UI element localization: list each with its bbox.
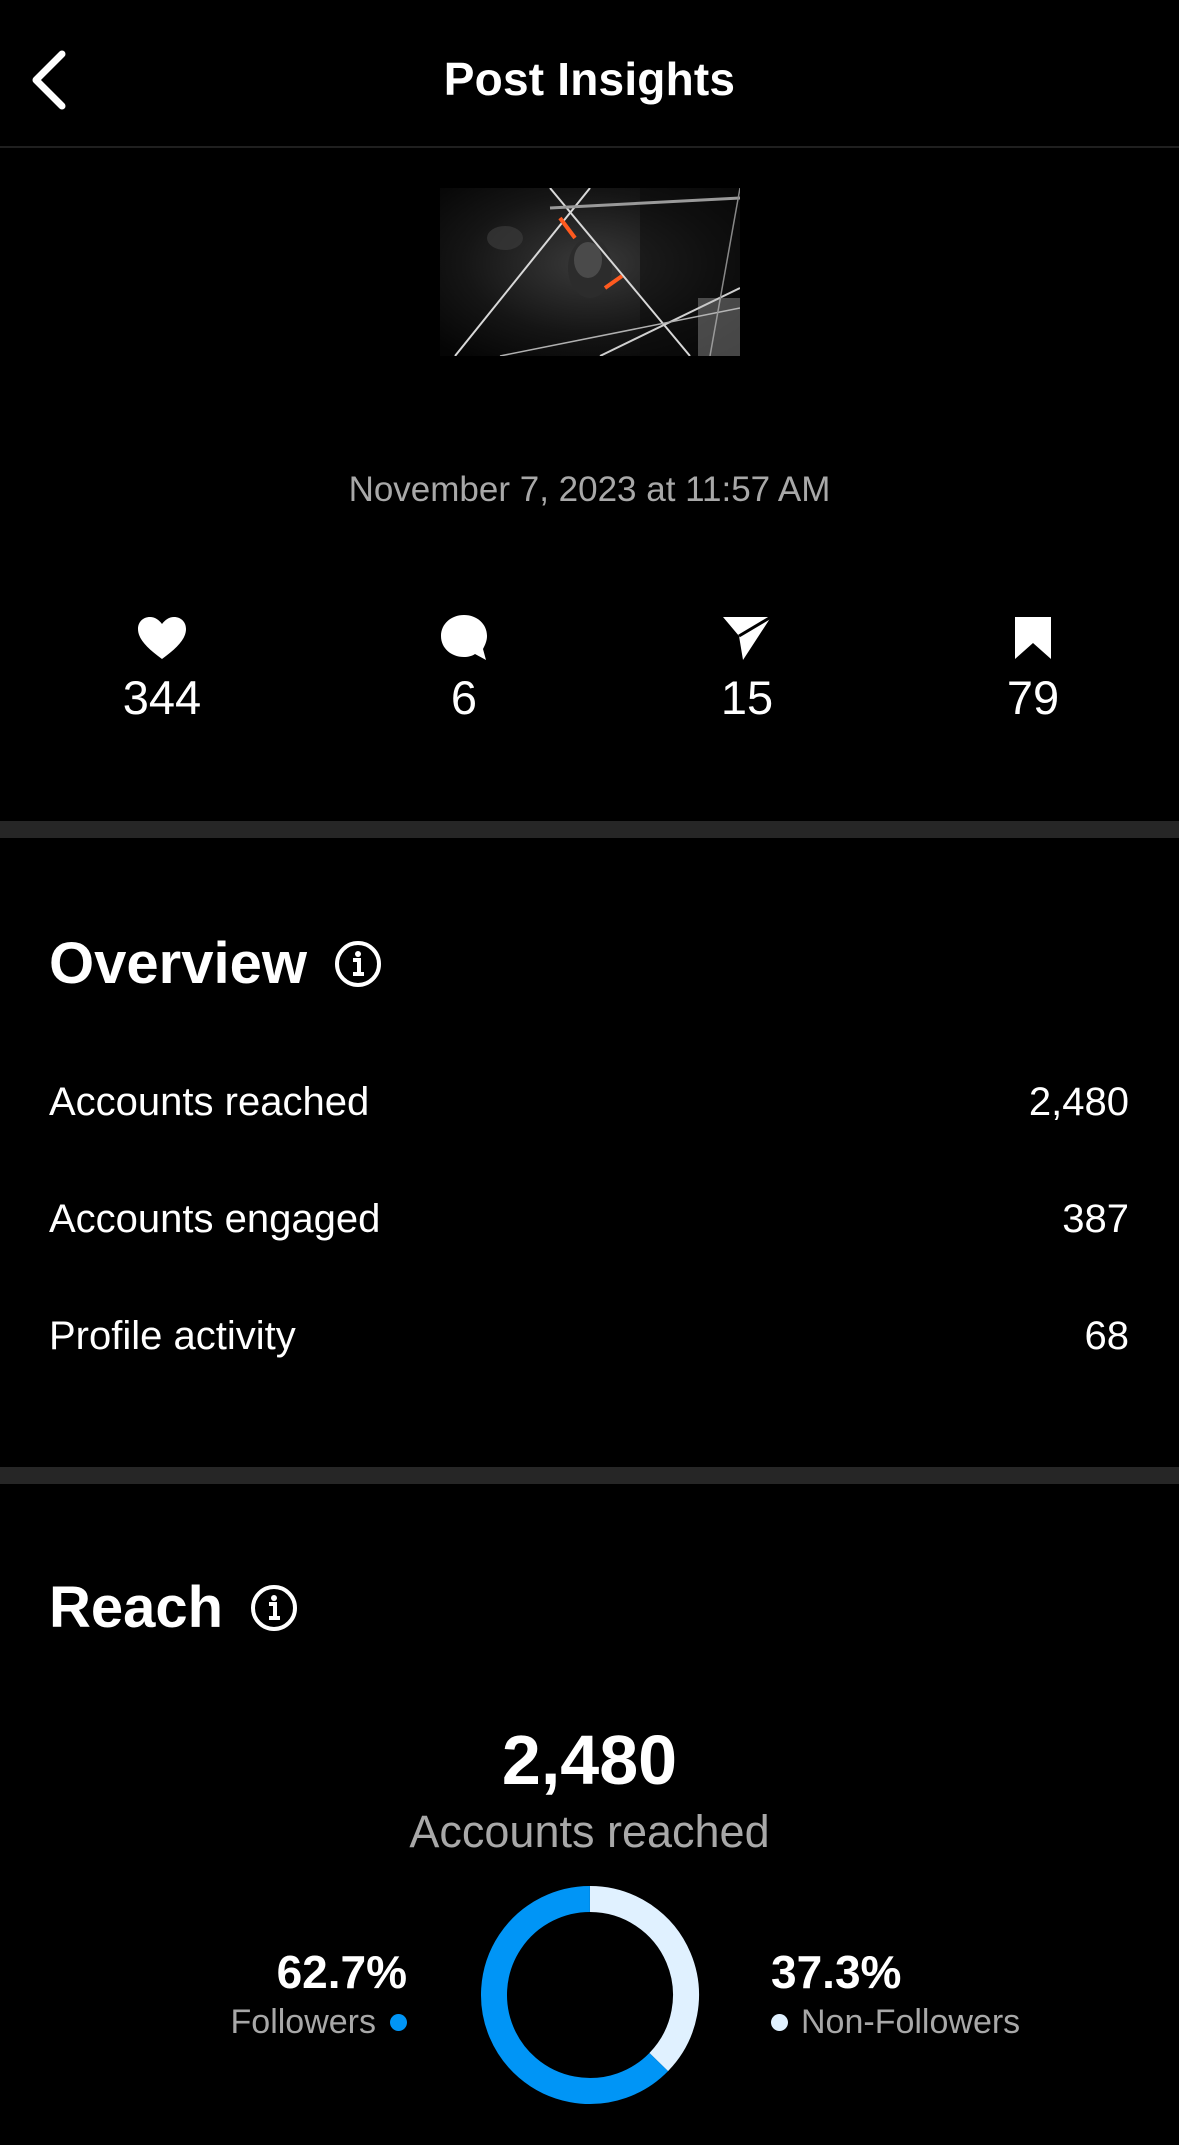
reach-heading: Reach (49, 1574, 299, 1641)
section-divider (0, 1467, 1179, 1484)
followers-percent: 62.7% (276, 1946, 407, 1998)
comment-icon (441, 615, 487, 660)
overview-title: Overview (49, 931, 307, 996)
followers-arc (481, 1886, 669, 2104)
post-date: November 7, 2023 at 11:57 AM (348, 470, 831, 509)
followers-legend: 62.7% Followers (231, 1945, 407, 2042)
non-followers-dot (771, 2014, 788, 2031)
row-label: Profile activity (49, 1313, 296, 1358)
overview-heading: Overview (49, 930, 383, 997)
reach-title: Reach (49, 1575, 224, 1640)
send-icon (723, 615, 772, 660)
top-bar: Post Insights (0, 0, 1179, 148)
info-icon[interactable] (333, 939, 383, 989)
shares-count: 15 (720, 671, 774, 724)
row-label: Accounts reached (49, 1079, 370, 1124)
row-value: 2,480 (1028, 1079, 1129, 1124)
row-label: Accounts engaged (49, 1196, 381, 1241)
reach-donut-chart (481, 1886, 699, 2104)
overview-row-accounts-engaged[interactable]: Accounts engaged 387 (49, 1189, 1129, 1249)
heart-icon (138, 617, 186, 659)
shares-stat: 15 (647, 610, 847, 725)
comments-count: 6 (450, 671, 478, 724)
row-value: 68 (1084, 1313, 1130, 1358)
overview-row-profile-activity[interactable]: Profile activity 68 (49, 1306, 1129, 1366)
bookmark-icon (1015, 617, 1051, 659)
post-image (440, 188, 740, 356)
non-followers-label: Non-Followers (801, 2003, 1021, 2041)
info-icon[interactable] (249, 1583, 299, 1633)
reach-total: 2,480 (501, 1721, 678, 1799)
non-followers-legend: 37.3% Non-Followers (771, 1945, 1020, 2042)
overview-row-accounts-reached[interactable]: Accounts reached 2,480 (49, 1072, 1129, 1132)
likes-count: 344 (122, 671, 202, 724)
post-thumbnail[interactable] (440, 188, 740, 356)
saves-count: 79 (1006, 671, 1060, 724)
followers-dot (390, 2014, 407, 2031)
likes-stat: 344 (62, 610, 262, 725)
section-divider (0, 821, 1179, 838)
reach-total-label: Accounts reached (409, 1806, 770, 1857)
row-value: 387 (1062, 1196, 1129, 1241)
comments-stat: 6 (364, 610, 564, 725)
page-title: Post Insights (443, 53, 736, 105)
followers-label: Followers (230, 2003, 376, 2041)
non-followers-percent: 37.3% (771, 1946, 902, 1998)
saves-stat: 79 (933, 610, 1133, 725)
non-followers-arc (589, 1886, 699, 2072)
